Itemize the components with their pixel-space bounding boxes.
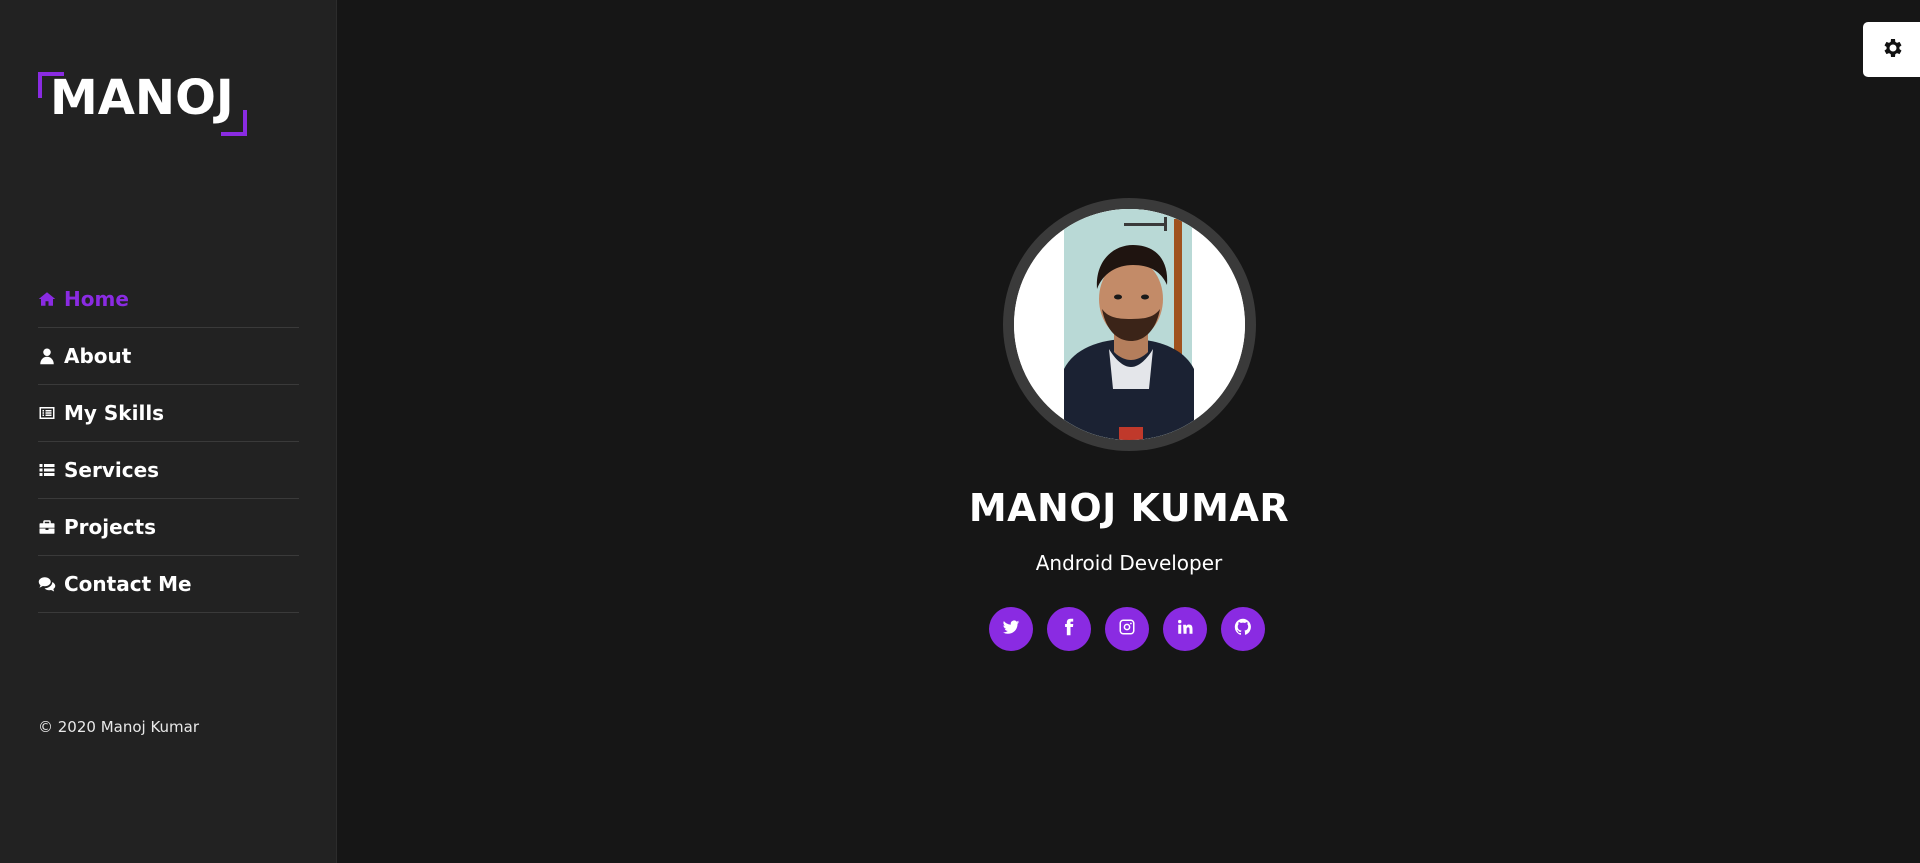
sidebar-item-label: Projects [64,515,157,539]
gear-icon [1880,36,1904,64]
home-icon [38,289,60,309]
sidebar-item-my-skills[interactable]: My Skills [38,385,299,442]
github-icon [1234,618,1252,640]
logo-bracket-bottom-right [221,110,247,136]
avatar [1014,209,1245,440]
social-links [989,607,1265,651]
logo[interactable]: MANOJ [38,72,247,136]
sidebar-item-projects[interactable]: Projects [38,499,299,556]
facebook-icon [1060,618,1078,640]
linkedin-icon [1176,618,1194,640]
profile-role: Android Developer [1035,551,1223,575]
twitter-button[interactable] [989,607,1033,651]
list-alt-icon [38,403,60,423]
settings-button[interactable] [1863,22,1920,77]
sidebar: MANOJ Home About My Skills Services Proj… [0,0,337,863]
copyright-text: © 2020 Manoj Kumar [38,718,200,736]
user-icon [38,346,60,366]
facebook-button[interactable] [1047,607,1091,651]
logo-text: MANOJ [50,70,234,126]
linkedin-button[interactable] [1163,607,1207,651]
instagram-icon [1118,618,1136,640]
sidebar-nav: Home About My Skills Services Projects C… [38,271,299,613]
comments-icon [38,574,60,594]
briefcase-icon [38,517,60,537]
instagram-button[interactable] [1105,607,1149,651]
sidebar-item-about[interactable]: About [38,328,299,385]
sidebar-item-contact-me[interactable]: Contact Me [38,556,299,613]
sidebar-item-label: About [64,344,132,368]
profile-photo [1014,209,1245,440]
avatar-frame [1003,198,1256,451]
sidebar-item-label: Contact Me [64,572,192,596]
sidebar-item-label: Services [64,458,160,482]
sidebar-item-label: Home [64,287,129,311]
list-icon [38,460,60,480]
sidebar-item-services[interactable]: Services [38,442,299,499]
sidebar-item-label: My Skills [64,401,165,425]
twitter-icon [1002,618,1020,640]
github-button[interactable] [1221,607,1265,651]
profile-name: MANOJ KUMAR [968,486,1290,530]
sidebar-item-home[interactable]: Home [38,271,299,328]
main-content: MANOJ KUMAR Android Developer [338,0,1920,863]
